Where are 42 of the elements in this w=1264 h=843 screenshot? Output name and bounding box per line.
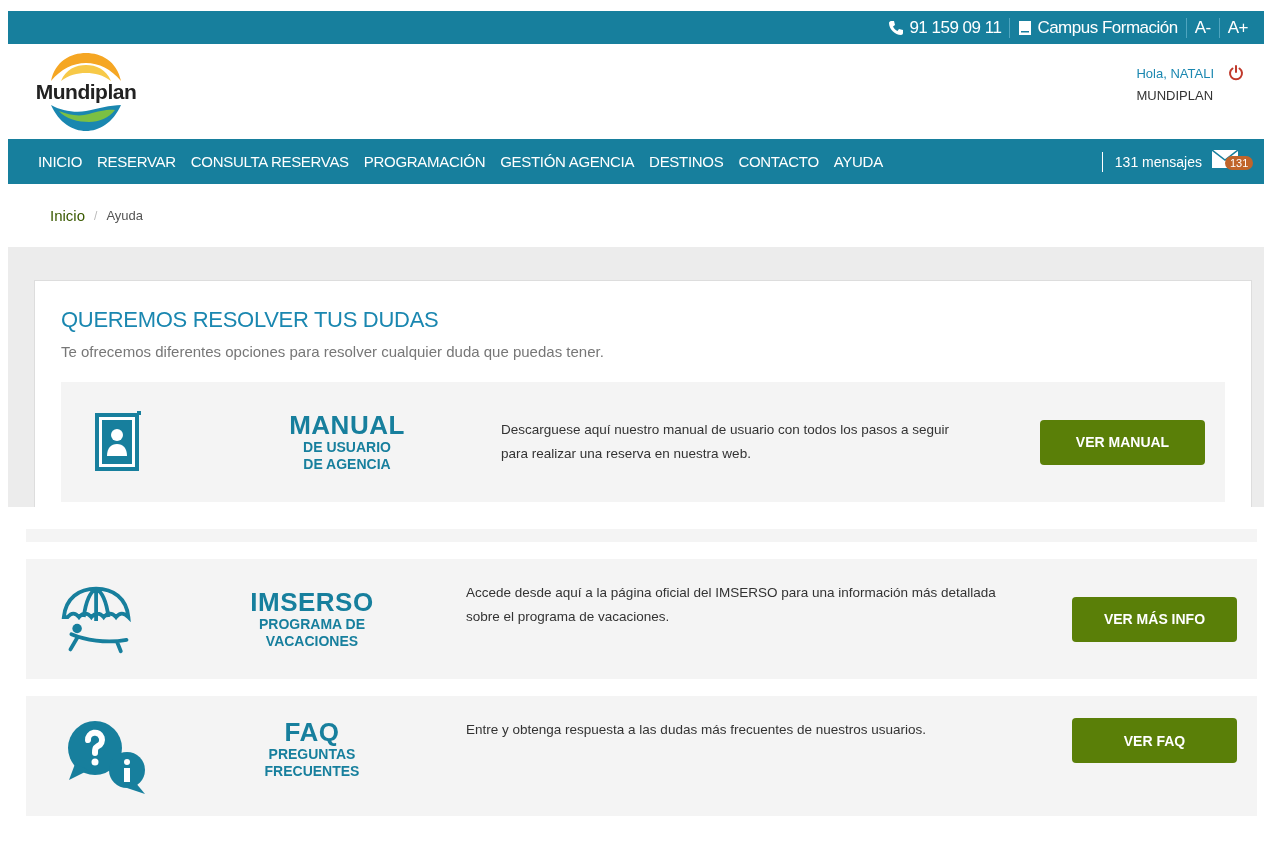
nav-item[interactable]: INICIO [38, 153, 83, 170]
breadcrumb-link[interactable]: Inicio [50, 207, 86, 224]
book-icon [1018, 19, 1033, 36]
nav-item[interactable]: CONSULTA RESERVAS [190, 153, 349, 170]
card-button[interactable]: VER FAQ [1072, 718, 1237, 763]
phone-link[interactable]: 91 159 09 11 [880, 17, 1010, 38]
nav-item[interactable]: DESTINOS [649, 153, 724, 170]
card-title: IMSERSO [250, 588, 374, 616]
breadcrumb-current: Ayuda [106, 208, 143, 223]
campus-link[interactable]: Campus Formación [1010, 17, 1186, 38]
card-title: FAQ [284, 718, 340, 746]
card-subtitle: PREGUNTAS [268, 746, 356, 763]
company-name: MUNDIPLAN [1136, 86, 1214, 105]
card-subtitle: FRECUENTES [264, 763, 360, 780]
card-button[interactable]: VER MÁS INFO [1072, 596, 1237, 642]
message-count-badge: 131 [1225, 155, 1254, 170]
power-icon [1228, 64, 1244, 81]
logo[interactable]: Mundiplan [30, 50, 142, 133]
book-person-icon [93, 410, 143, 474]
card-subtitle: DE USUARIO [303, 439, 391, 456]
user-greeting: Hola, NATALI [1136, 64, 1214, 83]
messages-link[interactable]: 131 mensajes 131 [1101, 151, 1252, 172]
nav-item[interactable]: RESERVAR [97, 153, 176, 170]
phone-icon [888, 19, 905, 36]
nav-item[interactable]: PROGRAMACIÓN [363, 153, 486, 170]
panel-subtitle: Te ofrecemos diferentes opciones para resolver cualquier duda que puedas tener. [61, 343, 605, 360]
card-description: Descarguese aquí nuestro manual de usuario con todos los pasos a seguir para realizar una reserva en nuestra web. [501, 421, 951, 463]
card-subtitle: PROGRAMA DE [258, 616, 365, 633]
font-larger-link[interactable]: A+ [1219, 17, 1256, 38]
card-title: MANUAL [289, 411, 405, 439]
nav-item[interactable]: CONTACTO [738, 153, 819, 170]
card-description: Accede desde aquí a la página oficial del IMSERSO para una información más detallada sobre el programa de vacaciones. [466, 584, 997, 626]
nav-item[interactable]: AYUDA [833, 153, 883, 170]
card-description: Entre y obtenga respuesta a las dudas más frecuentes de nuestros usuarios. [466, 721, 928, 739]
nav-item[interactable]: GESTIÓN AGENCIA [500, 153, 635, 170]
card-button[interactable]: VER MANUAL [1040, 419, 1205, 465]
breadcrumb-separator: / [94, 208, 98, 223]
card-subtitle: DE AGENCIA [303, 456, 391, 473]
logout-button[interactable] [1228, 64, 1244, 81]
panel-title: QUEREMOS RESOLVER TUS DUDAS [61, 307, 440, 333]
card-subtitle: VACACIONES [265, 633, 359, 650]
font-smaller-link[interactable]: A- [1186, 17, 1219, 38]
